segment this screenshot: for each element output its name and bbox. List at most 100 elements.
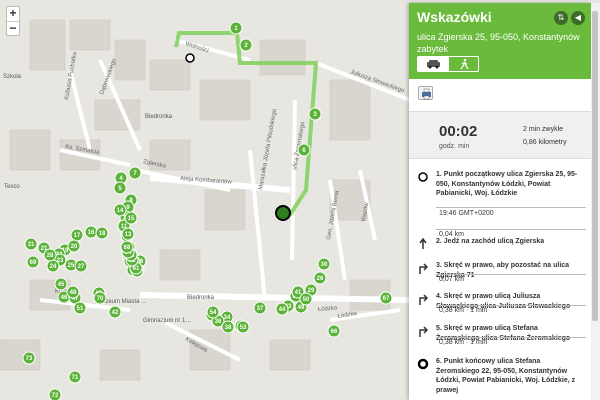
step-meta: 0,38 km · 1 min (439, 339, 488, 346)
stop-marker[interactable]: 71 (68, 370, 82, 384)
swap-icon[interactable]: ⇅ (554, 11, 568, 25)
stop-marker[interactable]: 30 (317, 257, 331, 271)
stop-marker[interactable]: 70 (93, 291, 107, 305)
stop-marker[interactable]: 44 (275, 302, 289, 316)
stop-marker-label: 66 (331, 329, 338, 335)
stop-marker[interactable]: 31 (24, 237, 38, 251)
stop-marker[interactable]: 5 (113, 181, 127, 195)
stop-marker-label: 42 (112, 310, 119, 316)
stop-marker[interactable]: 16 (84, 225, 98, 239)
stop-marker-label: 72 (52, 393, 59, 399)
stop-marker-label: 20 (71, 244, 78, 250)
stop-marker[interactable]: 28 (43, 248, 57, 262)
stop-marker-label: 29 (308, 288, 315, 294)
step-instruction: 1. Punkt początkowy ulica Zgierska 25, 9… (436, 171, 578, 197)
stop-marker-label: 18 (99, 231, 106, 237)
stop-marker[interactable]: 17 (70, 228, 84, 242)
stop-marker[interactable]: 48 (66, 285, 80, 299)
stop-marker[interactable]: 73 (22, 351, 36, 365)
stop-marker[interactable]: 24 (46, 259, 60, 273)
stop-marker[interactable]: 67 (379, 291, 393, 305)
back-icon[interactable]: ◀ (571, 11, 585, 25)
stop-marker[interactable]: 54 (206, 305, 220, 319)
print-button[interactable] (418, 86, 433, 100)
turn-right-icon (416, 261, 430, 280)
stop-marker[interactable]: 6 (297, 143, 311, 157)
panel-header: Wskazówki ⇅ ◀ ulica Zgierska 25, 95-050,… (409, 3, 591, 79)
stop-marker[interactable]: 1 (229, 21, 243, 35)
total-distance: 0,86 kilometry (523, 139, 567, 146)
stop-marker[interactable]: 27 (74, 259, 88, 273)
stop-marker[interactable]: 2 (239, 38, 253, 52)
stop-marker-label: 24 (50, 264, 57, 270)
poi-label: Gimnazjum nr 1… (143, 318, 191, 324)
stop-marker[interactable]: 53 (236, 320, 250, 334)
panel-scrollbar[interactable] (591, 3, 600, 400)
stop-marker-label: 15 (128, 216, 135, 222)
stop-marker-label: 38 (225, 325, 232, 331)
step-divider (436, 305, 586, 306)
stop-marker[interactable]: 72 (48, 388, 62, 400)
stop-marker[interactable]: 13 (121, 227, 135, 241)
stop-marker-label: 31 (28, 242, 35, 248)
stop-marker[interactable]: 51 (73, 301, 87, 315)
stop-marker-label: 49 (298, 305, 305, 311)
walk-mode-button[interactable] (449, 57, 478, 71)
step-instruction: 2. Jedź na zachód ulicą Zgierska (436, 238, 545, 245)
turn-right-icon (416, 324, 430, 343)
zoom-in-button[interactable]: + (7, 7, 19, 21)
poi-label: Szkoła (3, 74, 22, 80)
scrollbar-thumb[interactable] (592, 11, 598, 321)
walk-icon (460, 58, 469, 70)
stop-marker[interactable]: 69 (26, 255, 40, 269)
step-divider (436, 207, 586, 208)
step-divider (436, 337, 586, 338)
stop-marker[interactable]: 50 (299, 292, 313, 306)
stop-marker-label: 26 (317, 276, 324, 282)
stop-marker-label: 25 (68, 263, 75, 269)
stop-marker-label: 68 (124, 245, 131, 251)
stop-marker-label: 28 (47, 253, 54, 259)
stop-marker[interactable]: 15 (124, 211, 138, 225)
stop-marker-label: 48 (70, 290, 77, 296)
stop-marker[interactable]: 37 (253, 301, 267, 315)
travel-time: 00:02 (439, 123, 478, 140)
stop-marker-label: 61 (133, 266, 140, 272)
step-meta: 19:46 GMT+0200 (439, 210, 494, 217)
start-circle-icon (416, 170, 430, 189)
stop-marker[interactable]: 20 (67, 239, 81, 253)
stop-marker-label: 53 (240, 325, 247, 331)
poi-label: Biedronka (145, 114, 173, 120)
stop-marker[interactable]: 26 (313, 271, 327, 285)
stop-marker-label: 37 (257, 306, 264, 312)
stop-marker-label: 67 (383, 296, 390, 302)
stop-marker[interactable]: 42 (108, 305, 122, 319)
stop-marker[interactable]: 66 (327, 324, 341, 338)
end-circle-icon (416, 357, 430, 376)
stop-marker[interactable]: 38 (221, 320, 235, 334)
stop-marker-label: 44 (279, 307, 286, 313)
stop-marker-label: 69 (30, 260, 37, 266)
travel-mode-toggle (417, 56, 479, 72)
step-divider (436, 274, 586, 275)
route-summary: 00:02 godz. min 2 min zwykle 0,86 kilome… (409, 111, 591, 159)
stop-marker[interactable]: 45 (54, 277, 68, 291)
zoom-out-button[interactable]: − (7, 21, 19, 35)
car-mode-button[interactable] (418, 57, 449, 71)
stop-marker-label: 13 (125, 232, 132, 238)
directions-panel: Wskazówki ⇅ ◀ ulica Zgierska 25, 95-050,… (409, 3, 591, 400)
stop-marker-label: 34 (224, 315, 231, 321)
route-start-marker[interactable] (185, 53, 195, 63)
printer-icon (422, 88, 431, 100)
car-icon (427, 60, 440, 69)
stop-marker[interactable]: 3 (308, 107, 322, 121)
stop-marker-label: 46 (61, 295, 68, 301)
stop-marker[interactable]: 14 (113, 203, 127, 217)
stop-marker[interactable]: 7 (128, 166, 142, 180)
step-meta: 0,38 km · 1 min (439, 307, 488, 314)
stop-marker[interactable]: 68 (120, 240, 134, 254)
stop-marker[interactable]: 18 (95, 226, 109, 240)
zoom-control: + − (6, 6, 20, 36)
route-end-marker[interactable] (275, 205, 291, 221)
stop-marker-label: 14 (117, 208, 124, 214)
